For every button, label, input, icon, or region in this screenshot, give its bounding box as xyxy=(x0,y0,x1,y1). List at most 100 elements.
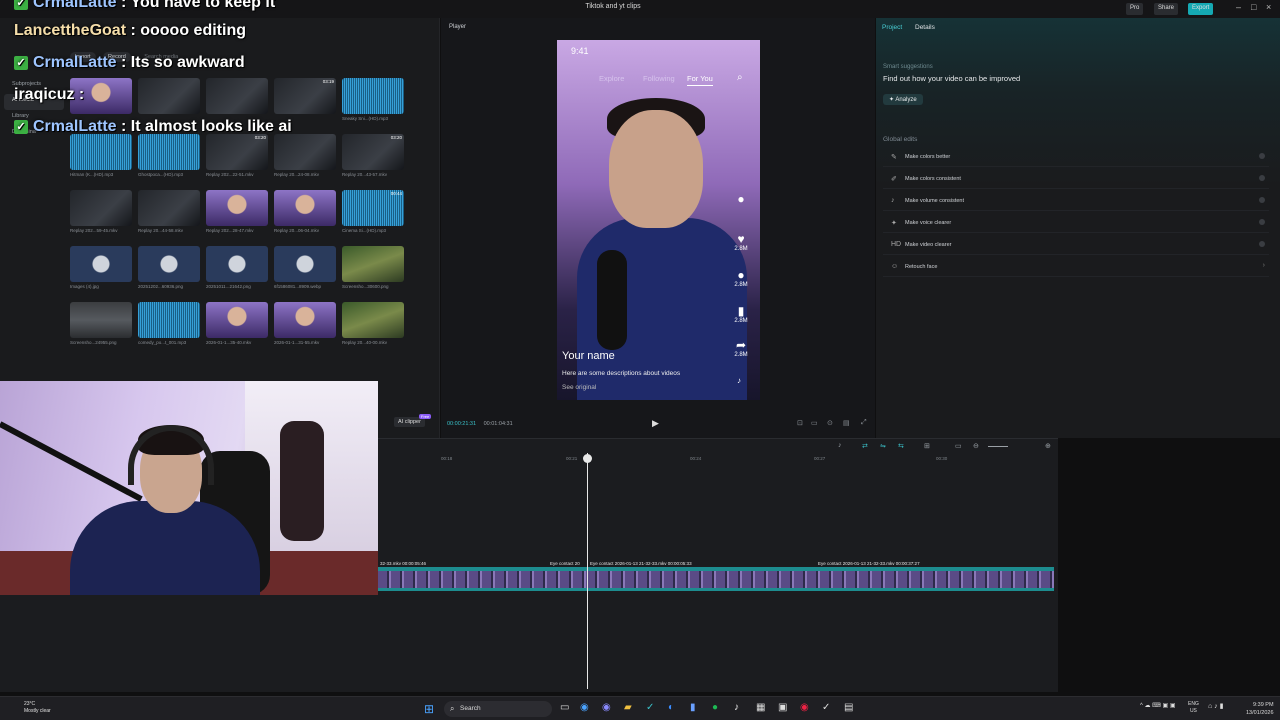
tab-project[interactable]: Project xyxy=(882,24,902,31)
close-icon[interactable]: × xyxy=(1266,2,1271,12)
global-edit-row[interactable]: ♪ Make volume consistent xyxy=(883,192,1269,211)
global-edit-row[interactable]: ✐ Make colors consistent xyxy=(883,170,1269,189)
media-tile[interactable]: 6f1586081...8909.webp xyxy=(274,246,336,290)
media-panel: Import Record Search media Subprojects A… xyxy=(0,18,440,438)
global-edit-row[interactable]: ✦ Make voice clearer xyxy=(883,214,1269,233)
bookmark-icon: ▮ xyxy=(737,304,745,318)
share-button[interactable]: Share xyxy=(1154,3,1179,15)
start-icon[interactable]: ⊞ xyxy=(424,702,434,716)
subject-face xyxy=(609,110,703,228)
editor-icon[interactable]: ▤ xyxy=(844,702,853,713)
media-caption: 20251202...60936.png xyxy=(138,284,184,289)
media-tile[interactable] xyxy=(206,78,268,122)
media-tile[interactable]: comedy_po...t_001.mp3 xyxy=(138,302,200,346)
search-icon: ⌕ xyxy=(737,72,743,83)
phone-preview[interactable]: 9:41 Explore Following For You ⌕ ● ♥ 2.8M… xyxy=(557,40,760,400)
chat-separator: : xyxy=(116,0,131,11)
media-tile[interactable]: 20251011...21642.png xyxy=(206,246,268,290)
media-tile[interactable]: Images (4).jpg xyxy=(70,246,132,290)
explorer-icon[interactable]: ▰ xyxy=(624,702,632,713)
playhead[interactable] xyxy=(587,453,588,689)
calculator-icon[interactable]: ▦ xyxy=(756,702,765,713)
chevron-right-icon[interactable]: › xyxy=(1263,262,1265,269)
media-thumbnail xyxy=(206,78,268,114)
media-thumbnail xyxy=(138,78,200,114)
media-tile[interactable]: 03:20 Replay 202...22-51.mkv xyxy=(206,134,268,178)
toggle-dot[interactable] xyxy=(1259,241,1265,247)
media-caption: Hitman (K...(HD).mp3 xyxy=(70,172,114,177)
play-icon[interactable]: ▶ xyxy=(652,418,659,429)
media-tile[interactable]: 03:19 xyxy=(274,78,336,122)
ruler-tick-label: 00:18 xyxy=(441,456,453,461)
media-duration: 00:44 xyxy=(390,191,402,196)
tab-details[interactable]: Details xyxy=(915,24,935,31)
chat-message: iraqicuz : xyxy=(14,86,84,104)
capcut-icon[interactable]: ✓ xyxy=(646,702,654,713)
app-icon[interactable]: ▮ xyxy=(690,702,696,713)
media-tile[interactable]: 2026-01-1...35-40.mkv xyxy=(206,302,268,346)
chat-username: LancettheGoat xyxy=(14,22,127,39)
media-tile[interactable]: Hitman (K...(HD).mp3 xyxy=(70,134,132,178)
media-tile[interactable]: Replay 202...28-47.mkv xyxy=(206,190,268,234)
media-tile[interactable]: Replay 20...40-00.mkv xyxy=(342,302,404,346)
task-view-icon[interactable]: ▭ xyxy=(560,702,569,713)
toggle-dot[interactable] xyxy=(1259,175,1265,181)
taskbar-clock[interactable]: 9:39 PM 13/01/2026 xyxy=(1246,701,1274,717)
chat-separator: : xyxy=(116,118,131,135)
video-track[interactable] xyxy=(378,567,1054,591)
language-indicator[interactable]: ENG US xyxy=(1188,701,1199,715)
pro-button[interactable]: Pro xyxy=(1126,3,1144,15)
global-edit-row[interactable]: ☺ Retouch face › xyxy=(883,258,1269,277)
edit-icon: ✐ xyxy=(891,176,897,183)
global-edit-row[interactable]: ✎ Make colors better xyxy=(883,148,1269,167)
media-tile[interactable]: 20251202...60936.png xyxy=(138,246,200,290)
minimize-icon[interactable]: – xyxy=(1236,2,1241,12)
media-tile[interactable]: Replay 20...24-08.mkv xyxy=(274,134,336,178)
edge-icon[interactable]: ◐ xyxy=(668,702,674,713)
media-tile[interactable] xyxy=(138,78,200,122)
properties-panel: Project Details Smart suggestions Find o… xyxy=(876,18,1280,438)
edit-label: Make voice clearer xyxy=(905,220,952,226)
tiktok-icon[interactable]: ♪ xyxy=(734,702,739,713)
zoom-icon[interactable]: ⊙ xyxy=(827,419,833,427)
chat-message: ✓ CrmalLatte : Its so awkward xyxy=(14,54,245,72)
export-button[interactable]: Export xyxy=(1188,3,1214,15)
toggle-dot[interactable] xyxy=(1259,153,1265,159)
media-tile[interactable]: Replay 20...06-04.mkv xyxy=(274,190,336,234)
media-tile[interactable]: Ghostpoca...(HD).mp3 xyxy=(138,134,200,178)
crop-icon[interactable]: ⊡ xyxy=(797,419,803,427)
analyze-button[interactable]: ✦ Analyze xyxy=(883,94,923,105)
global-edit-row[interactable]: HD Make video clearer xyxy=(883,236,1269,255)
taskbar-search[interactable]: ⌕ Search xyxy=(444,701,552,717)
media-tile[interactable]: 03:20 Replay 20...43-57.mkv xyxy=(342,134,404,178)
chrome-icon[interactable]: ◉ xyxy=(580,702,589,713)
network-volume-icons[interactable]: ⌂ ♪ ▮ xyxy=(1208,702,1223,710)
maximize-icon[interactable]: □ xyxy=(1251,2,1256,12)
verified-badge-icon: ✓ xyxy=(14,0,28,10)
media-tile[interactable]: Replay 20...44-58.mkv xyxy=(138,190,200,234)
toggle-dot[interactable] xyxy=(1259,197,1265,203)
media-caption: 2026-01-1...31-55.mkv xyxy=(274,340,320,345)
terminal-icon[interactable]: ▣ xyxy=(778,702,787,713)
obs-icon[interactable]: ◉ xyxy=(800,702,809,713)
weather-widget[interactable]: 23°C Mostly clear xyxy=(24,701,51,715)
media-tile[interactable]: Screensho...24955.png xyxy=(70,302,132,346)
steam-icon[interactable]: ✓ xyxy=(822,702,830,713)
media-tile[interactable]: 00:44 Cinema Si...(HD).mp3 xyxy=(342,190,404,234)
playhead-handle[interactable] xyxy=(583,454,592,463)
system-tray[interactable]: ^ ☁ ⌨ ▣ ▣ xyxy=(1140,702,1175,709)
fullscreen-icon[interactable]: ⤢ xyxy=(861,419,867,427)
edit-icon: ♪ xyxy=(891,197,895,204)
share-stat: ➦ 2.8M xyxy=(729,338,753,358)
ratio-icon[interactable]: ▭ xyxy=(811,419,818,427)
layout-icon[interactable]: ▤ xyxy=(843,419,850,427)
media-tile[interactable]: Screensho...30600.png xyxy=(342,246,404,290)
media-tile[interactable]: 2026-01-1...31-55.mkv xyxy=(274,302,336,346)
media-tile[interactable]: Replay 202...59-45.mkv xyxy=(70,190,132,234)
spotify-icon[interactable]: ● xyxy=(712,702,718,713)
edit-label: Make colors consistent xyxy=(905,176,961,182)
toggle-dot[interactable] xyxy=(1259,219,1265,225)
media-tile[interactable]: Sneaky Sni...(HD).mp3 xyxy=(342,78,404,122)
discord-icon[interactable]: ◉ xyxy=(602,702,611,713)
media-caption: Screensho...24955.png xyxy=(70,340,117,345)
